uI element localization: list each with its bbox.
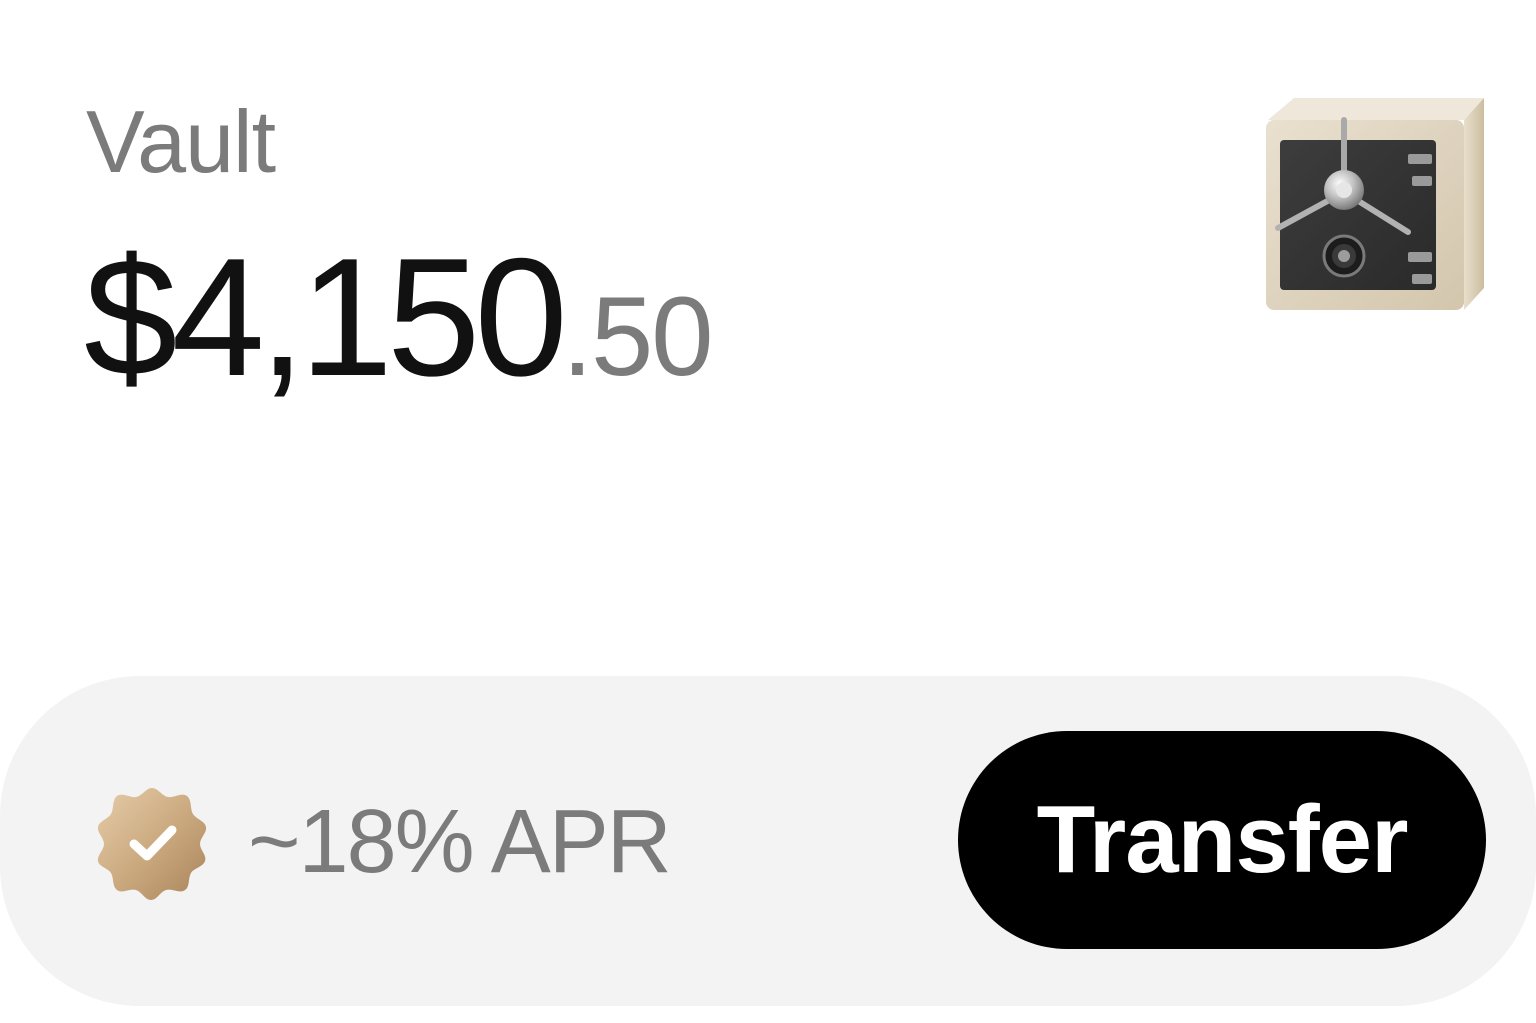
vault-balance: $4,150.50: [84, 232, 714, 456]
balance-whole: $4,150: [84, 223, 568, 411]
vault-card[interactable]: Vault $4,150.50 ~18% APR Transfer: [0, 0, 1536, 1023]
verified-badge-icon: [92, 782, 212, 902]
safe-icon: [1258, 92, 1490, 314]
vault-title: Vault: [86, 92, 276, 191]
transfer-button[interactable]: Transfer: [958, 731, 1486, 949]
balance-cents: .50: [561, 274, 714, 399]
apr-rate: ~18% APR: [248, 792, 672, 892]
